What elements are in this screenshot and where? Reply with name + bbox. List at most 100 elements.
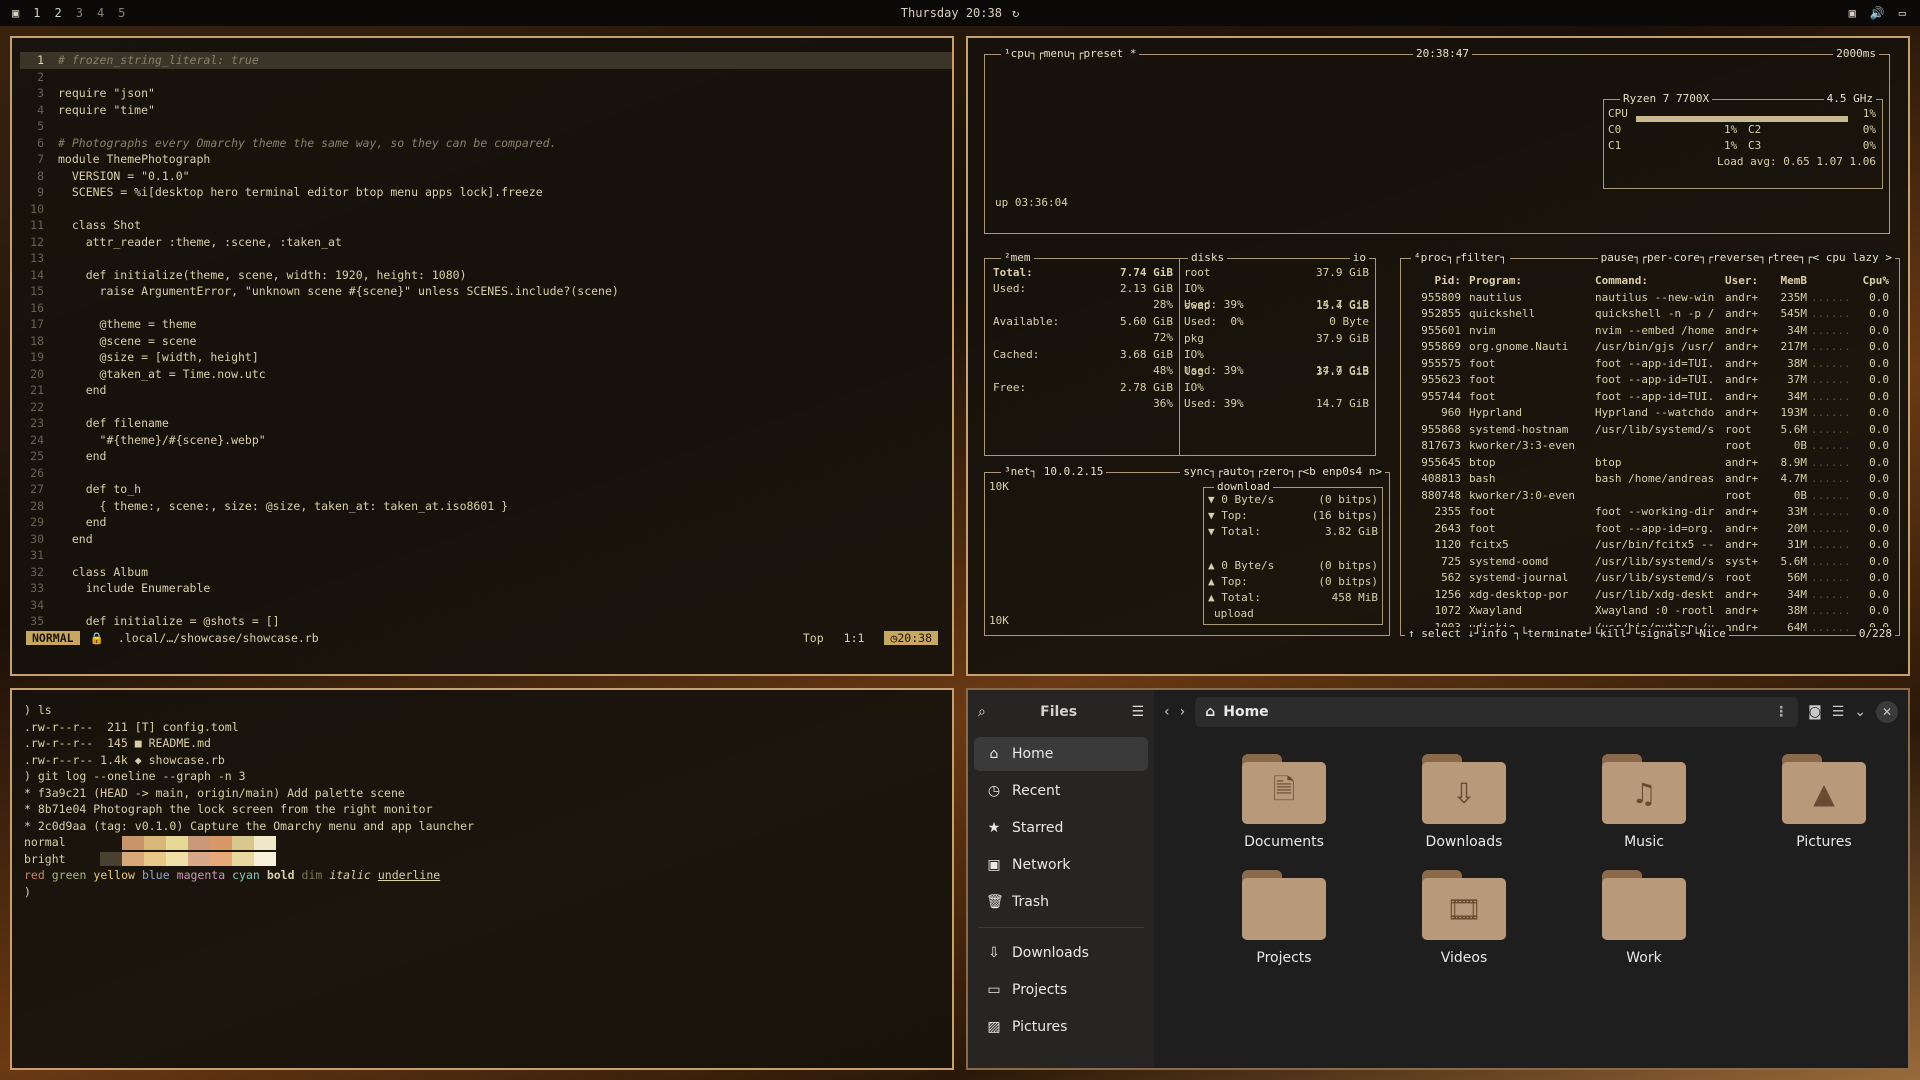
- editor-line[interactable]: 15 raise ArgumentError, "unknown scene #…: [20, 283, 952, 300]
- process-row[interactable]: 2643 foot foot --app-id=org. andr+ 20M......…: [1409, 521, 1897, 538]
- editor-line[interactable]: 11 class Shot: [20, 217, 952, 234]
- editor-line[interactable]: 7 module ThemePhotograph: [20, 151, 952, 168]
- editor-line[interactable]: 33 include Enumerable: [20, 580, 952, 597]
- path-bar[interactable]: ⌂ Home ⋮: [1195, 697, 1799, 727]
- editor-line[interactable]: 10: [20, 201, 952, 218]
- volume-icon[interactable]: 🔊: [1870, 6, 1885, 20]
- process-row[interactable]: 955809 nautilus nautilus --new-win andr+ 235…: [1409, 290, 1897, 307]
- editor-line[interactable]: 8 VERSION = "0.1.0": [20, 168, 952, 185]
- process-header-cell[interactable]: Program:: [1469, 273, 1595, 290]
- process-table[interactable]: Pid: Program: Command: User: MemB Cpu% 955809 n…: [1409, 273, 1897, 636]
- process-row[interactable]: 408813 bash bash /home/andreas andr+ 4.7M...…: [1409, 471, 1897, 488]
- editor-line[interactable]: 16: [20, 300, 952, 317]
- editor-line[interactable]: 18 @scene = scene: [20, 333, 952, 350]
- editor-line[interactable]: 5: [20, 118, 952, 135]
- display-icon[interactable]: ▭: [1899, 6, 1906, 20]
- process-header-cell[interactable]: Cpu%: [1849, 273, 1890, 290]
- editor-line[interactable]: 25 end: [20, 448, 952, 465]
- terminal-output[interactable]: ) ls .rw-r--r-- 211 [T] config.toml .rw-r-…: [12, 690, 952, 912]
- process-row[interactable]: 955601 nvim nvim --embed /home andr+ 34M....…: [1409, 323, 1897, 340]
- process-row[interactable]: 725 systemd-oomd/usr/lib/systemd/s syst+ 5.…: [1409, 554, 1897, 571]
- process-row[interactable]: 1072 Xwayland Xwayland :0 -rootl andr+ 38M..…: [1409, 603, 1897, 620]
- close-icon[interactable]: ✕: [1876, 701, 1898, 723]
- workspace-1[interactable]: 1: [33, 6, 40, 20]
- process-row[interactable]: 960 Hyprland Hyprland --watchdo andr+ 193M..…: [1409, 405, 1897, 422]
- editor-line[interactable]: 30 end: [20, 531, 952, 548]
- process-row[interactable]: 955744 foot foot --app-id=TUI. andr+ 34M....…: [1409, 389, 1897, 406]
- editor-line[interactable]: 17 @theme = theme: [20, 316, 952, 333]
- net-box-title[interactable]: ³net┐ 10.0.2.15: [1001, 465, 1107, 478]
- hamburger-menu-icon[interactable]: ☰: [1131, 704, 1144, 720]
- process-row[interactable]: 955645 btop btop andr+ 8.9M....... 0.0: [1409, 455, 1897, 472]
- terminal-window[interactable]: ) ls .rw-r--r-- 211 [T] config.toml .rw-r-…: [10, 688, 954, 1070]
- folder-projects[interactable]: Projects: [1194, 870, 1374, 966]
- editor-line[interactable]: 13: [20, 250, 952, 267]
- editor-line[interactable]: 20 @taken_at = Time.now.utc: [20, 366, 952, 383]
- process-row[interactable]: 955869 org.gnome.Nauti/usr/bin/gjs /usr/a…: [1409, 339, 1897, 356]
- proc-box-title[interactable]: ⁴proc┐┌filter┐: [1411, 251, 1510, 264]
- editor-line[interactable]: 32 class Album: [20, 564, 952, 581]
- editor-line[interactable]: 34: [20, 597, 952, 614]
- clock[interactable]: Thursday 20:38 ↻: [901, 6, 1019, 20]
- workspace-4[interactable]: 4: [97, 6, 104, 20]
- folder-work[interactable]: Work: [1554, 870, 1734, 966]
- process-row[interactable]: 955868 systemd-hostnam/usr/lib/systemd/s r…: [1409, 422, 1897, 439]
- sidebar-item-trash[interactable]: 🗑 Trash: [974, 885, 1148, 919]
- editor-line[interactable]: 21 end: [20, 382, 952, 399]
- btop-window[interactable]: ¹cpu┐┌menu┐┌preset * 20:38:47 2000ms up …: [966, 36, 1910, 676]
- editor-line[interactable]: 2: [20, 69, 952, 86]
- editor-line[interactable]: 27 def to_h: [20, 481, 952, 498]
- editor-line[interactable]: 12 attr_reader :theme, :scene, :taken_at: [20, 234, 952, 251]
- cpu-interval[interactable]: 2000ms: [1833, 47, 1879, 60]
- sidebar-item-pictures[interactable]: ▨ Pictures: [974, 1010, 1148, 1044]
- path-menu-icon[interactable]: ⋮: [1774, 704, 1788, 720]
- proc-footer[interactable]: ↑ select ↓┘info ┐└terminate┘└kill┘└signa…: [1405, 627, 1729, 640]
- editor-line[interactable]: 9 SCENES = %i[desktop hero terminal edit…: [20, 184, 952, 201]
- process-row[interactable]: 955623 foot foot --app-id=TUI. andr+ 37M....…: [1409, 372, 1897, 389]
- process-header-cell[interactable]: Pid:: [1409, 273, 1469, 290]
- editor-line[interactable]: 24 "#{theme}/#{scene}.webp": [20, 432, 952, 449]
- process-header-cell[interactable]: User:: [1725, 273, 1767, 290]
- editor-line[interactable]: 19 @size = [width, height]: [20, 349, 952, 366]
- process-row[interactable]: 2355 foot foot --working-dir andr+ 33M......…: [1409, 504, 1897, 521]
- process-row[interactable]: 1256 xdg-desktop-por/usr/lib/xdg-deskt and…: [1409, 587, 1897, 604]
- editor-line[interactable]: 14 def initialize(theme, scene, width: 1…: [20, 267, 952, 284]
- process-row[interactable]: 952855 quickshell quickshell -n -p / andr+ 5…: [1409, 306, 1897, 323]
- editor-line[interactable]: 26: [20, 465, 952, 482]
- editor-line[interactable]: 23 def filename: [20, 415, 952, 432]
- workspace-3[interactable]: 3: [76, 6, 83, 20]
- list-view-icon[interactable]: ☰: [1832, 704, 1845, 720]
- editor-line[interactable]: 31: [20, 547, 952, 564]
- process-row[interactable]: 955575 foot foot --app-id=TUI. andr+ 38M....…: [1409, 356, 1897, 373]
- editor-buffer[interactable]: 1 # frozen_string_literal: true 2 3 require …: [12, 38, 952, 630]
- folder-downloads[interactable]: ⇩ Downloads: [1374, 754, 1554, 850]
- editor-line[interactable]: 35 def initialize = @shots = []: [20, 613, 952, 630]
- sidebar-item-starred[interactable]: ★ Starred: [974, 811, 1148, 845]
- editor-window[interactable]: 1 # frozen_string_literal: true 2 3 require …: [10, 36, 954, 676]
- folder-documents[interactable]: 🗎 Documents: [1194, 754, 1374, 850]
- cpu-box-title[interactable]: ¹cpu┐┌menu┐┌preset *: [1001, 47, 1140, 60]
- folder-pictures[interactable]: ▲ Pictures: [1734, 754, 1908, 850]
- terminal-prompt[interactable]: ): [24, 884, 940, 901]
- process-row[interactable]: 880748 kworker/3:0-even root 0B....... 0.0: [1409, 488, 1897, 505]
- mem-box-title[interactable]: ²mem: [1001, 251, 1034, 264]
- process-row[interactable]: 562 systemd-journal/usr/lib/systemd/s root…: [1409, 570, 1897, 587]
- process-row[interactable]: 1120 fcitx5/usr/bin/fcitx5 -- andr+ 31M....…: [1409, 537, 1897, 554]
- files-window[interactable]: ⌕ Files ☰ ⌂ Home ◷ Recent ★ Starred ▣ Network 🗑 T…: [966, 688, 1910, 1070]
- proc-controls[interactable]: pause┐┌per-core┐┌reverse┐┌tree┐┌< cpu la…: [1597, 251, 1895, 264]
- search-icon[interactable]: ⌕: [978, 704, 986, 720]
- sidebar-item-network[interactable]: ▣ Network: [974, 848, 1148, 882]
- sidebar-item-home[interactable]: ⌂ Home: [974, 737, 1148, 771]
- sidebar-item-recent[interactable]: ◷ Recent: [974, 774, 1148, 808]
- editor-line[interactable]: 6 # Photographs every Omarchy theme the s…: [20, 135, 952, 152]
- editor-line[interactable]: 28 { theme:, scene:, size: @size, taken_…: [20, 498, 952, 515]
- menu-icon[interactable]: ▣: [12, 6, 19, 20]
- back-icon[interactable]: ‹: [1164, 704, 1170, 720]
- chevron-down-icon[interactable]: ⌄: [1854, 704, 1866, 720]
- process-row[interactable]: 817673 kworker/3:3-even root 0B....... 0.0: [1409, 438, 1897, 455]
- sidebar-item-downloads[interactable]: ⇩ Downloads: [974, 936, 1148, 970]
- editor-line[interactable]: 22: [20, 399, 952, 416]
- disks-io-toggle[interactable]: io: [1349, 251, 1369, 264]
- sidebar-item-projects[interactable]: ▭ Projects: [974, 973, 1148, 1007]
- editor-line[interactable]: 4 require "time": [20, 102, 952, 119]
